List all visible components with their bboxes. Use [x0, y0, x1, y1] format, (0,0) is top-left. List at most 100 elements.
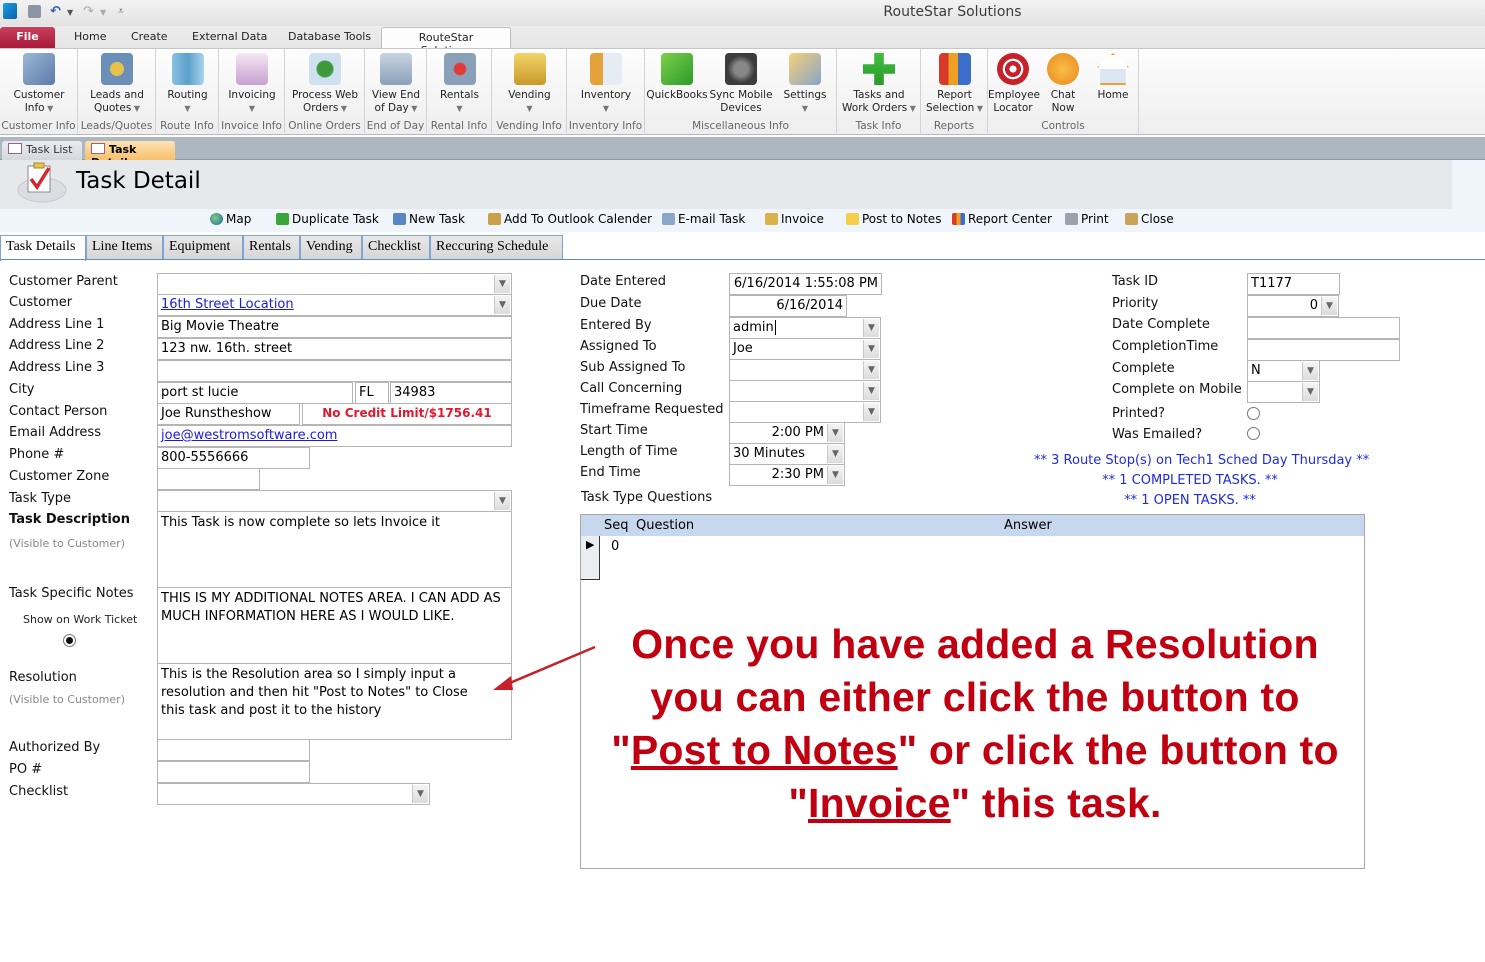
- document-tab-task-list[interactable]: Task List: [2, 141, 82, 160]
- ribbon-button-sync-mobile-devices[interactable]: Sync Mobile Devices: [709, 53, 773, 115]
- ribbon-button-home[interactable]: Home: [1088, 53, 1138, 102]
- map-button[interactable]: Map: [210, 212, 251, 226]
- chevron-down-icon[interactable]: ▼: [494, 492, 510, 510]
- printed-toggle[interactable]: [1247, 407, 1260, 420]
- ribbon-button-rentals[interactable]: Rentals ▼: [427, 53, 492, 115]
- tab-task-details[interactable]: Task Details: [0, 235, 86, 261]
- phone-field[interactable]: 800-5556666: [157, 447, 310, 469]
- checklist-select[interactable]: ▼: [157, 783, 430, 805]
- date-complete-field[interactable]: [1247, 317, 1400, 339]
- date-entered-field[interactable]: 6/16/2014 1:55:08 PM: [729, 273, 882, 295]
- task-type-select[interactable]: ▼: [157, 490, 512, 512]
- ribbon-button-settings[interactable]: Settings ▼: [773, 53, 837, 115]
- chevron-down-icon[interactable]: ▼: [827, 445, 843, 463]
- customer-link[interactable]: 16th Street Location: [161, 297, 294, 312]
- chevron-down-icon[interactable]: ▼: [827, 466, 843, 484]
- ribbon-button-vending[interactable]: Vending ▼: [492, 53, 567, 115]
- tab-rentals[interactable]: Rentals: [243, 235, 300, 259]
- task-specific-notes-textarea[interactable]: THIS IS MY ADDITIONAL NOTES AREA. I CAN …: [157, 587, 512, 664]
- ribbon-button-view-end-of-day[interactable]: View End of Day ▼: [365, 53, 427, 115]
- task-id-field[interactable]: T1177: [1247, 273, 1340, 295]
- email-address-field[interactable]: joe@westromsoftware.com: [157, 425, 512, 447]
- show-on-work-ticket-toggle[interactable]: [63, 634, 76, 647]
- customer-select[interactable]: 16th Street Location ▼: [157, 294, 512, 316]
- ribbon-button-chat-now[interactable]: Chat Now: [1038, 53, 1088, 115]
- end-time-select[interactable]: 2:30 PM ▼: [729, 464, 845, 486]
- sub-assigned-to-select[interactable]: ▼: [729, 359, 881, 381]
- customer-parent-select[interactable]: ▼: [157, 273, 512, 295]
- ribbon-button-invoicing[interactable]: Invoicing ▼: [219, 53, 285, 115]
- address-line-1-field[interactable]: Big Movie Theatre: [157, 316, 512, 338]
- column-header-answer[interactable]: Answer: [1004, 518, 1052, 533]
- task-description-textarea[interactable]: This Task is now complete so lets Invoic…: [157, 511, 512, 588]
- close-button[interactable]: Close: [1125, 212, 1174, 226]
- column-header-question[interactable]: Question: [636, 518, 694, 533]
- ribbon-button-inventory[interactable]: Inventory ▼: [567, 53, 645, 115]
- email-link[interactable]: joe@westromsoftware.com: [161, 428, 337, 443]
- tab-line-items[interactable]: Line Items: [86, 235, 163, 259]
- priority-select[interactable]: 0 ▼: [1247, 295, 1339, 317]
- invoice-button[interactable]: Invoice: [765, 212, 824, 226]
- city-field[interactable]: port st lucie: [157, 382, 353, 404]
- ribbon-button-quickbooks[interactable]: QuickBooks: [645, 53, 709, 102]
- ribbon-tab-file[interactable]: File: [0, 27, 55, 48]
- tab-vending[interactable]: Vending: [300, 235, 362, 259]
- new-task-button[interactable]: New Task: [393, 212, 465, 226]
- ribbon-tab-database-tools[interactable]: Database Tools: [278, 27, 381, 48]
- column-header-seq[interactable]: Seq: [604, 518, 629, 533]
- zip-field[interactable]: 34983: [390, 382, 512, 404]
- tab-checklist[interactable]: Checklist: [362, 235, 430, 259]
- ribbon-tab-create[interactable]: Create: [121, 27, 178, 48]
- ribbon-tab-home[interactable]: Home: [64, 27, 116, 48]
- ribbon-button-report-selection[interactable]: Report Selection ▼: [921, 53, 988, 115]
- chevron-down-icon[interactable]: ▼: [863, 361, 879, 379]
- state-field[interactable]: FL: [355, 382, 389, 404]
- completion-time-field[interactable]: [1247, 339, 1400, 361]
- chevron-down-icon[interactable]: ▼: [1321, 297, 1337, 315]
- ribbon-button-customer-info[interactable]: Customer Info ▼: [0, 53, 78, 115]
- chevron-down-icon[interactable]: ▼: [494, 296, 510, 314]
- document-tab-task-detail[interactable]: Task Detail: [85, 141, 175, 169]
- start-time-select[interactable]: 2:00 PM ▼: [729, 422, 845, 444]
- ribbon-button-leads-and-quotes[interactable]: Leads and Quotes ▼: [78, 53, 156, 115]
- print-button[interactable]: Print: [1065, 212, 1109, 226]
- due-date-field[interactable]: 6/16/2014: [729, 295, 847, 317]
- report-center-button[interactable]: Report Center: [952, 212, 1052, 226]
- chevron-down-icon[interactable]: ▼: [494, 275, 510, 293]
- tab-reccuring-schedule[interactable]: Reccuring Schedule: [430, 235, 563, 259]
- authorized-by-field[interactable]: [157, 739, 310, 761]
- contact-person-field[interactable]: Joe Runstheshow: [157, 403, 300, 425]
- ribbon-tab-routestar-solutions[interactable]: RouteStar Solutions: [381, 27, 511, 57]
- address-line-3-field[interactable]: [157, 360, 512, 382]
- customer-zone-field[interactable]: [157, 468, 260, 490]
- chevron-down-icon[interactable]: ▼: [863, 340, 879, 358]
- ribbon-button-process-web-orders[interactable]: Process Web Orders ▼: [285, 53, 365, 115]
- was-emailed-toggle[interactable]: [1247, 427, 1260, 440]
- entered-by-select[interactable]: admin ▼: [729, 317, 881, 339]
- email-task-button[interactable]: E-mail Task: [662, 212, 745, 226]
- length-of-time-select[interactable]: 30 Minutes ▼: [729, 443, 845, 465]
- resolution-textarea[interactable]: This is the Resolution area so I simply …: [157, 663, 512, 740]
- ribbon-button-tasks-and-work-orders[interactable]: Tasks and Work Orders ▼: [837, 53, 921, 115]
- complete-select[interactable]: N ▼: [1247, 360, 1320, 382]
- address-line-2-field[interactable]: 123 nw. 16th. street: [157, 338, 512, 360]
- complete-on-mobile-select[interactable]: ▼: [1247, 381, 1320, 403]
- chevron-down-icon[interactable]: ▼: [1302, 383, 1318, 401]
- chevron-down-icon[interactable]: ▼: [863, 319, 879, 337]
- ribbon-button-routing[interactable]: Routing ▼: [156, 53, 219, 115]
- call-concerning-select[interactable]: ▼: [729, 380, 881, 402]
- chevron-down-icon[interactable]: ▼: [827, 424, 843, 442]
- tab-equipment[interactable]: Equipment: [163, 235, 243, 259]
- ribbon-button-employee-locator[interactable]: Employee Locator: [988, 53, 1040, 115]
- chevron-down-icon[interactable]: ▼: [863, 403, 879, 421]
- assigned-to-select[interactable]: Joe ▼: [729, 338, 881, 360]
- po-number-field[interactable]: [157, 761, 310, 783]
- timeframe-requested-select[interactable]: ▼: [729, 401, 881, 423]
- post-to-notes-button[interactable]: Post to Notes: [846, 212, 941, 226]
- add-to-outlook-button[interactable]: Add To Outlook Calender: [488, 212, 652, 226]
- duplicate-task-button[interactable]: Duplicate Task: [276, 212, 379, 226]
- ribbon-tab-external-data[interactable]: External Data: [182, 27, 277, 48]
- chevron-down-icon[interactable]: ▼: [412, 785, 428, 803]
- chevron-down-icon[interactable]: ▼: [1302, 362, 1318, 380]
- table-row-seq[interactable]: 0: [611, 539, 619, 554]
